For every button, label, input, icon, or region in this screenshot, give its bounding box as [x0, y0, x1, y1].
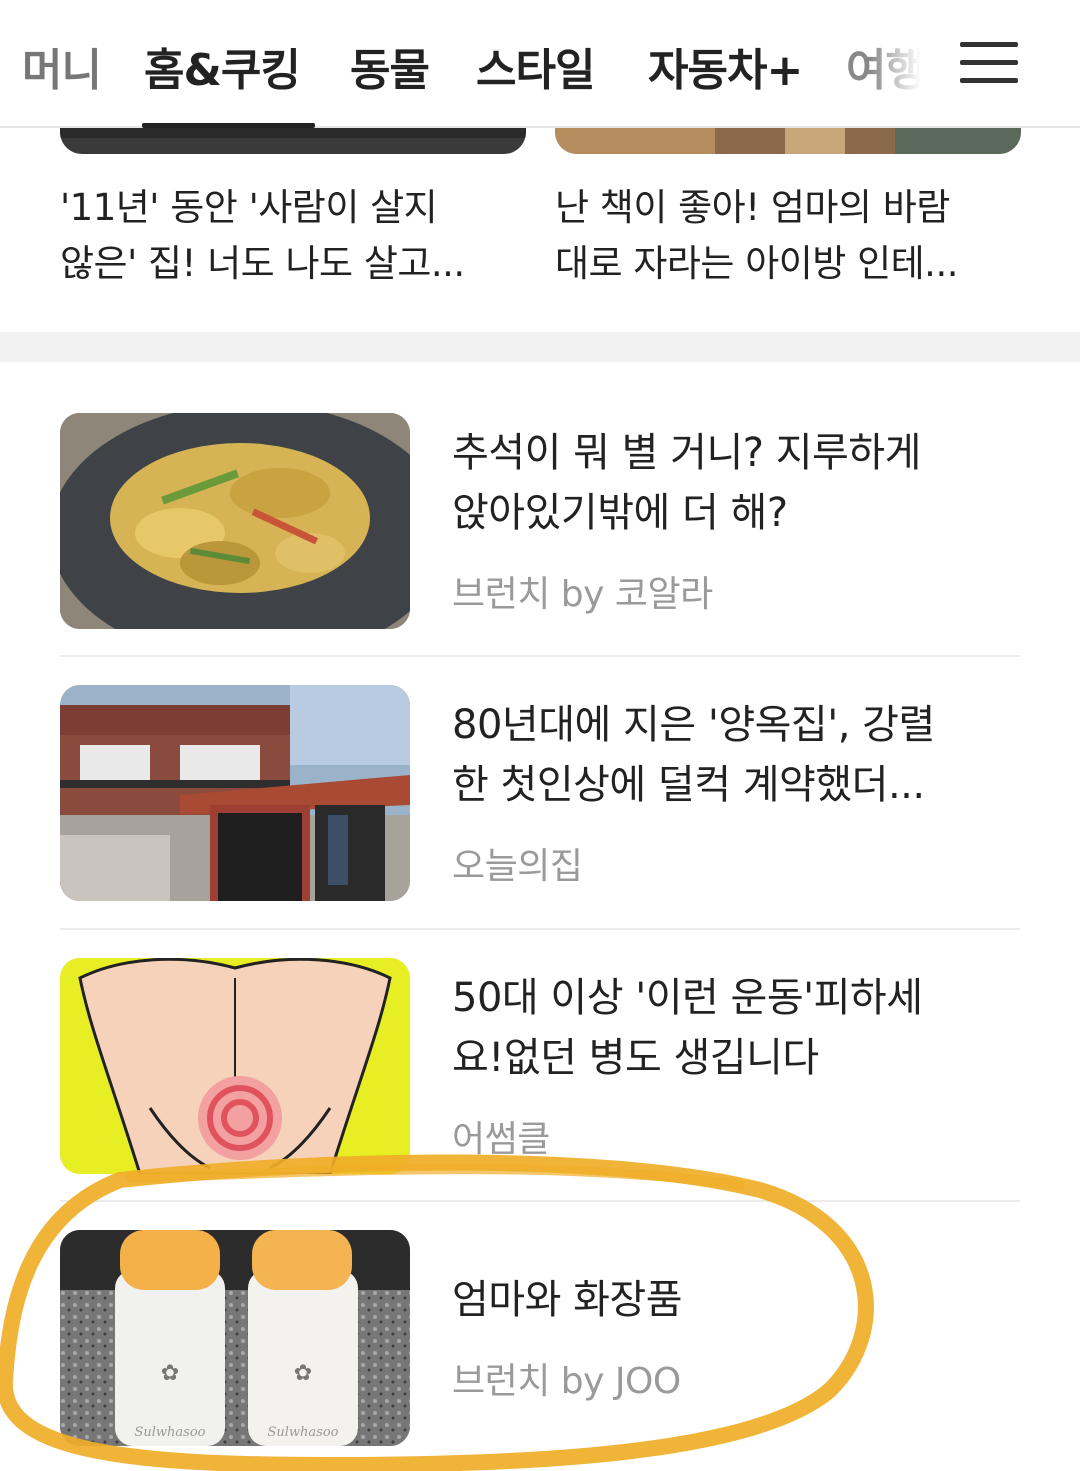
tab-money[interactable]: 머니: [22, 34, 102, 98]
svg-text:✿: ✿: [161, 1361, 179, 1386]
article-source: 오늘의집: [452, 846, 583, 887]
tab-car-plus[interactable]: 자동차+: [648, 34, 803, 98]
svg-text:✿: ✿: [294, 1361, 312, 1386]
tab-style[interactable]: 스타일: [476, 34, 595, 98]
list-divider: [60, 928, 1020, 930]
article-item-cosmetics[interactable]: ✿ ✿ Sulwhasoo Sulwhasoo 엄마와 화장품 브런치 by J…: [60, 1230, 1020, 1446]
article-thumbnail-cosmetics: ✿ ✿ Sulwhasoo Sulwhasoo: [60, 1230, 410, 1446]
article-thumbnail-pancakes: [60, 413, 410, 629]
article-item-chuseok[interactable]: 추석이 뭐 별 거니? 지루하게 앉아있기밖에 더 해? 브런치 by 코알라: [60, 413, 1020, 629]
article-thumbnail-back-pain: [60, 958, 410, 1174]
hamburger-menu-icon[interactable]: [958, 40, 1020, 86]
article-source: 브런치 by 코알라: [452, 574, 713, 615]
article-item-exercise[interactable]: 50대 이상 '이런 운동'피하세 요!없던 병도 생깁니다 어썸클: [60, 958, 1020, 1174]
article-title: 엄마와 화장품: [452, 1277, 683, 1323]
article-source: 브런치 by JOO: [452, 1361, 681, 1402]
article-thumbnail-house: [60, 685, 410, 901]
article-title: 80년대에 지은 '양옥집', 강렬 한 첫인상에 덜컥 계약했더...: [452, 702, 935, 808]
thumbnail-brand-text: Sulwhasoo: [134, 1425, 205, 1440]
article-title: 50대 이상 '이런 운동'피하세 요!없던 병도 생깁니다: [452, 975, 923, 1081]
feed-page: 머니 홈&쿠킹 동물 스타일 자동차+ 여행 '11년' 동안 '사람이 살지 …: [0, 0, 1080, 1471]
thumbnail-brand-text: Sulwhasoo: [267, 1425, 338, 1440]
list-divider: [60, 1200, 1020, 1202]
section-divider: [0, 332, 1080, 362]
top-card-right-title: 난 책이 좋아! 엄마의 바람 대로 자라는 아이방 인테...: [555, 186, 958, 285]
top-card-left-title: '11년' 동안 '사람이 살지 않은' 집! 너도 나도 살고...: [60, 186, 465, 285]
tab-travel[interactable]: 여행: [846, 34, 926, 98]
top-card-left-thumbnail: [60, 128, 526, 154]
article-source: 어썸클: [452, 1119, 550, 1160]
tab-home-cooking[interactable]: 홈&쿠킹: [144, 34, 301, 98]
category-tab-bar: 머니 홈&쿠킹 동물 스타일 자동차+ 여행: [0, 0, 1080, 128]
article-title: 추석이 뭐 별 거니? 지루하게 앉아있기밖에 더 해?: [452, 430, 921, 536]
top-card-right-thumbnail: [555, 128, 1021, 154]
list-divider: [60, 655, 1020, 657]
tab-animals[interactable]: 동물: [350, 34, 430, 98]
article-item-house[interactable]: 80년대에 지은 '양옥집', 강렬 한 첫인상에 덜컥 계약했더... 오늘의…: [60, 685, 1020, 901]
